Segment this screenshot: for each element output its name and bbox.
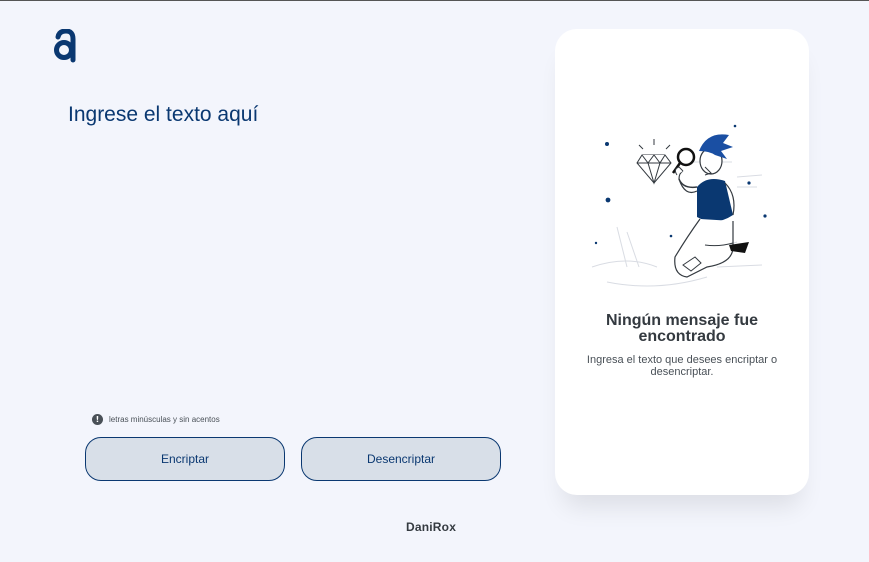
output-panel: Ningún mensaje fue encontrado Ingresa el… (555, 29, 809, 495)
info-icon: ! (92, 414, 103, 425)
decrypt-button[interactable]: Desencriptar (301, 437, 501, 481)
alura-logo-icon[interactable] (52, 29, 78, 63)
empty-state-text: Ingresa el texto que desees encriptar o … (586, 354, 778, 378)
empty-state-title: Ningún mensaje fue encontrado (605, 312, 759, 345)
text-input[interactable] (66, 101, 500, 395)
encrypt-button[interactable]: Encriptar (85, 437, 285, 481)
hint-text: letras minúsculas y sin acentos (109, 415, 220, 424)
footer-author: DaniRox (406, 520, 457, 534)
person-with-magnifying-glass-illustration (591, 124, 767, 287)
input-hint: ! letras minúsculas y sin acentos (92, 414, 220, 425)
